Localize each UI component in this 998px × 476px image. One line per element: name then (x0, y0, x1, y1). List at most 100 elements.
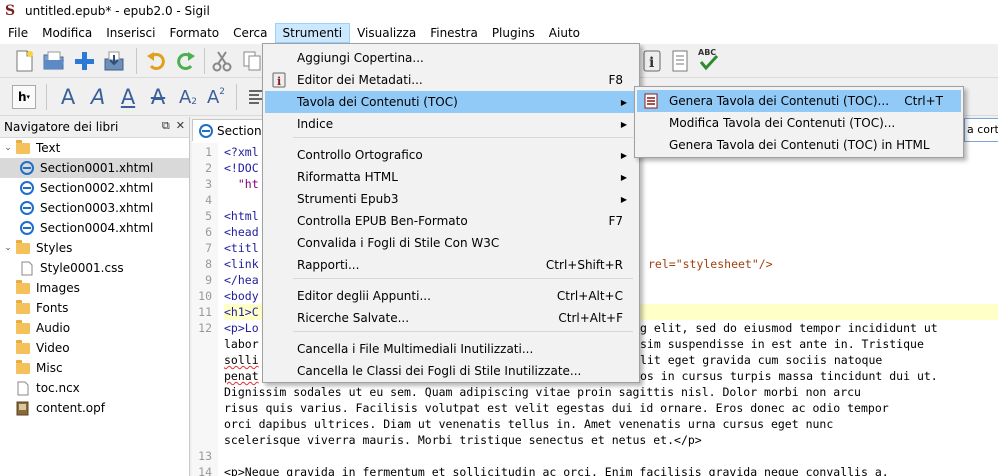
heading-select-icon[interactable]: h ▾ (12, 85, 36, 109)
code-line-12d: sim suspendisse in est ante in. Tristiqu… (640, 337, 924, 351)
cut-icon[interactable] (210, 49, 234, 73)
menu-inserisci[interactable]: Inserisci (99, 23, 162, 43)
tree-item-label: content.opf (36, 401, 105, 415)
float-panel-icon[interactable]: ⧉ (162, 119, 170, 133)
menu-shortcut: Ctrl+Alt+F (558, 311, 623, 325)
code-line-12b: g elit, sed do eiusmod tempor incididunt… (640, 321, 938, 335)
menu-modifica[interactable]: Modifica (35, 23, 99, 43)
copy-icon[interactable] (240, 49, 264, 73)
menu-item-label: Editor deglii Appunti... (297, 289, 431, 303)
notes-icon[interactable] (668, 49, 692, 73)
menu-separator (293, 278, 633, 279)
menu-item-tavola-dei-contenuti-toc[interactable]: Tavola dei Contenuti (TOC) ▶ (265, 91, 637, 113)
save-icon[interactable] (102, 49, 126, 73)
submenu-item-genera-tavola-dei-contenuti-toc-in-html[interactable]: Genera Tavola dei Contenuti (TOC) in HTM… (637, 134, 961, 156)
submenu-item-label: Genera Tavola dei Contenuti (TOC)... (669, 94, 890, 108)
menu-file[interactable]: File (1, 23, 35, 43)
ncx-file-icon (16, 380, 30, 396)
folder-icon (16, 139, 30, 154)
menu-item-convalida-i-fogli-di-stile-con-w3c[interactable]: Convalida i Fogli di Stile Con W3C (265, 232, 637, 254)
tree-item-label: Audio (36, 321, 71, 335)
code-line-12f: lit eget gravida cum sociis natoque (640, 353, 883, 367)
submenu-item-label: Genera Tavola dei Contenuti (TOC) in HTM… (669, 138, 930, 152)
xhtml-file-icon (20, 220, 34, 236)
menu-finestra[interactable]: Finestra (423, 23, 485, 43)
new-file-icon[interactable] (12, 49, 36, 73)
bold-a-icon[interactable]: A (56, 85, 80, 109)
menu-formato[interactable]: Formato (162, 23, 226, 43)
submenu-item-genera-tavola-dei-contenuti-toc[interactable]: Genera Tavola dei Contenuti (TOC)... Ctrl… (637, 90, 961, 112)
expand-open-icon[interactable]: ⌄ (2, 243, 14, 253)
menu-item-cancella-i-file-multimediali-inutilizzati[interactable]: Cancella i File Multimediali Inutilizzat… (265, 338, 637, 360)
italic-a-icon[interactable]: A (86, 85, 110, 109)
tree-item-text[interactable]: ⌄ Text (0, 138, 189, 158)
tree-item-fonts[interactable]: Fonts (0, 298, 189, 318)
submenu-arrow-icon: ▶ (620, 119, 627, 129)
menu-item-label: Convalida i Fogli di Stile Con W3C (297, 236, 500, 250)
tree-item-content-opf[interactable]: content.opf (0, 398, 189, 418)
menu-cerca[interactable]: Cerca (226, 23, 274, 43)
xhtml-file-icon (199, 123, 213, 138)
menu-item-label: Ricerche Salvate... (297, 311, 410, 325)
tree-item-misc[interactable]: Misc (0, 358, 189, 378)
submenu-arrow-icon: ▶ (620, 194, 627, 204)
metadata-info-icon[interactable]: i (640, 49, 664, 73)
tree-item-label: Section0001.xhtml (40, 161, 154, 175)
folder-icon (16, 299, 30, 314)
underline-a-icon[interactable]: A (116, 85, 140, 109)
menu-item-cancella-le-classi-dei-fogli-di-stile-inutilizzate[interactable]: Cancella le Classi dei Fogli di Stile In… (265, 360, 637, 382)
toc-icon (643, 93, 659, 109)
tree-item-toc-ncx[interactable]: toc.ncx (0, 378, 189, 398)
tree-item-section0001-xhtml[interactable]: Section0001.xhtml (0, 158, 189, 178)
xhtml-file-icon (20, 160, 34, 176)
folder-icon (16, 339, 30, 354)
tree-item-images[interactable]: Images (0, 278, 189, 298)
menu-item-controllo-ortografico[interactable]: Controllo Ortografico ▶ (265, 144, 637, 166)
open-folder-icon[interactable] (42, 49, 66, 73)
strikethrough-a-icon[interactable]: A (146, 85, 170, 109)
menu-item-editor-deglii-appunti[interactable]: Editor deglii Appunti... Ctrl+Alt+C (265, 285, 637, 307)
menu-item-indice[interactable]: Indice ▶ (265, 113, 637, 135)
subscript-icon[interactable]: A2 (176, 85, 200, 109)
tree-item-style0001-css[interactable]: Style0001.css (0, 258, 189, 278)
close-panel-icon[interactable]: ✕ (176, 119, 185, 133)
toc-submenu: Genera Tavola dei Contenuti (TOC)... Ctrl… (634, 86, 964, 158)
tree-item-audio[interactable]: Audio (0, 318, 189, 338)
submenu-item-modifica-tavola-dei-contenuti-toc[interactable]: Modifica Tavola dei Contenuti (TOC)... (637, 112, 961, 134)
menu-item-editor-dei-metadati[interactable]: i Editor dei Metadati... F8 (265, 69, 637, 91)
menu-visualizza[interactable]: Visualizza (350, 23, 423, 43)
menu-item-rapporti[interactable]: Rapporti... Ctrl+Shift+R (265, 254, 637, 276)
line-number: 2 (205, 161, 212, 175)
add-file-icon[interactable] (72, 49, 96, 73)
menu-item-ricerche-salvate[interactable]: Ricerche Salvate... Ctrl+Alt+F (265, 307, 637, 329)
tree-item-label: toc.ncx (36, 381, 80, 395)
line-number-gutter: 1 2 3 4 5 6 7 8 9 10 11 12 13 14 (192, 143, 218, 476)
line-number: 3 (205, 177, 212, 191)
tab-label: Section (217, 123, 262, 138)
tree-item-section0002-xhtml[interactable]: Section0002.xhtml (0, 178, 189, 198)
tree-item-styles[interactable]: ⌄ Styles (0, 238, 189, 258)
menu-plugins[interactable]: Plugins (485, 23, 542, 43)
tree-item-label: Section0003.xhtml (40, 201, 154, 215)
line-number: 14 (198, 465, 212, 476)
tree-item-label: Video (36, 341, 70, 355)
redo-icon[interactable] (174, 49, 198, 73)
menu-aiuto[interactable]: Aiuto (542, 23, 587, 43)
tree-item-video[interactable]: Video (0, 338, 189, 358)
spellcheck-icon[interactable]: ABC (696, 47, 720, 71)
undo-icon[interactable] (144, 49, 168, 73)
superscript-icon[interactable]: A2 (204, 85, 228, 109)
book-browser-title: Navigatore dei libri (4, 120, 119, 134)
code-line-14: <p>Neque gravida in fermentum et sollici… (224, 465, 889, 476)
expand-open-icon[interactable]: ⌄ (2, 143, 14, 153)
line-number: 9 (205, 273, 212, 287)
menu-item-controlla-epub-ben-formato[interactable]: Controlla EPUB Ben-Formato F7 (265, 210, 637, 232)
menu-strumenti[interactable]: Strumenti (274, 23, 351, 43)
tree-item-section0003-xhtml[interactable]: Section0003.xhtml (0, 198, 189, 218)
menu-item-strumenti-epub3[interactable]: Strumenti Epub3 ▶ (265, 188, 637, 210)
metadata-info-icon: i (271, 72, 287, 88)
tree-item-section0004-xhtml[interactable]: Section0004.xhtml (0, 218, 189, 238)
find-input-partial[interactable]: a corte (964, 118, 998, 142)
menu-item-riformatta-html[interactable]: Riformatta HTML ▶ (265, 166, 637, 188)
menu-item-aggiungi-copertina[interactable]: Aggiungi Copertina... (265, 47, 637, 69)
